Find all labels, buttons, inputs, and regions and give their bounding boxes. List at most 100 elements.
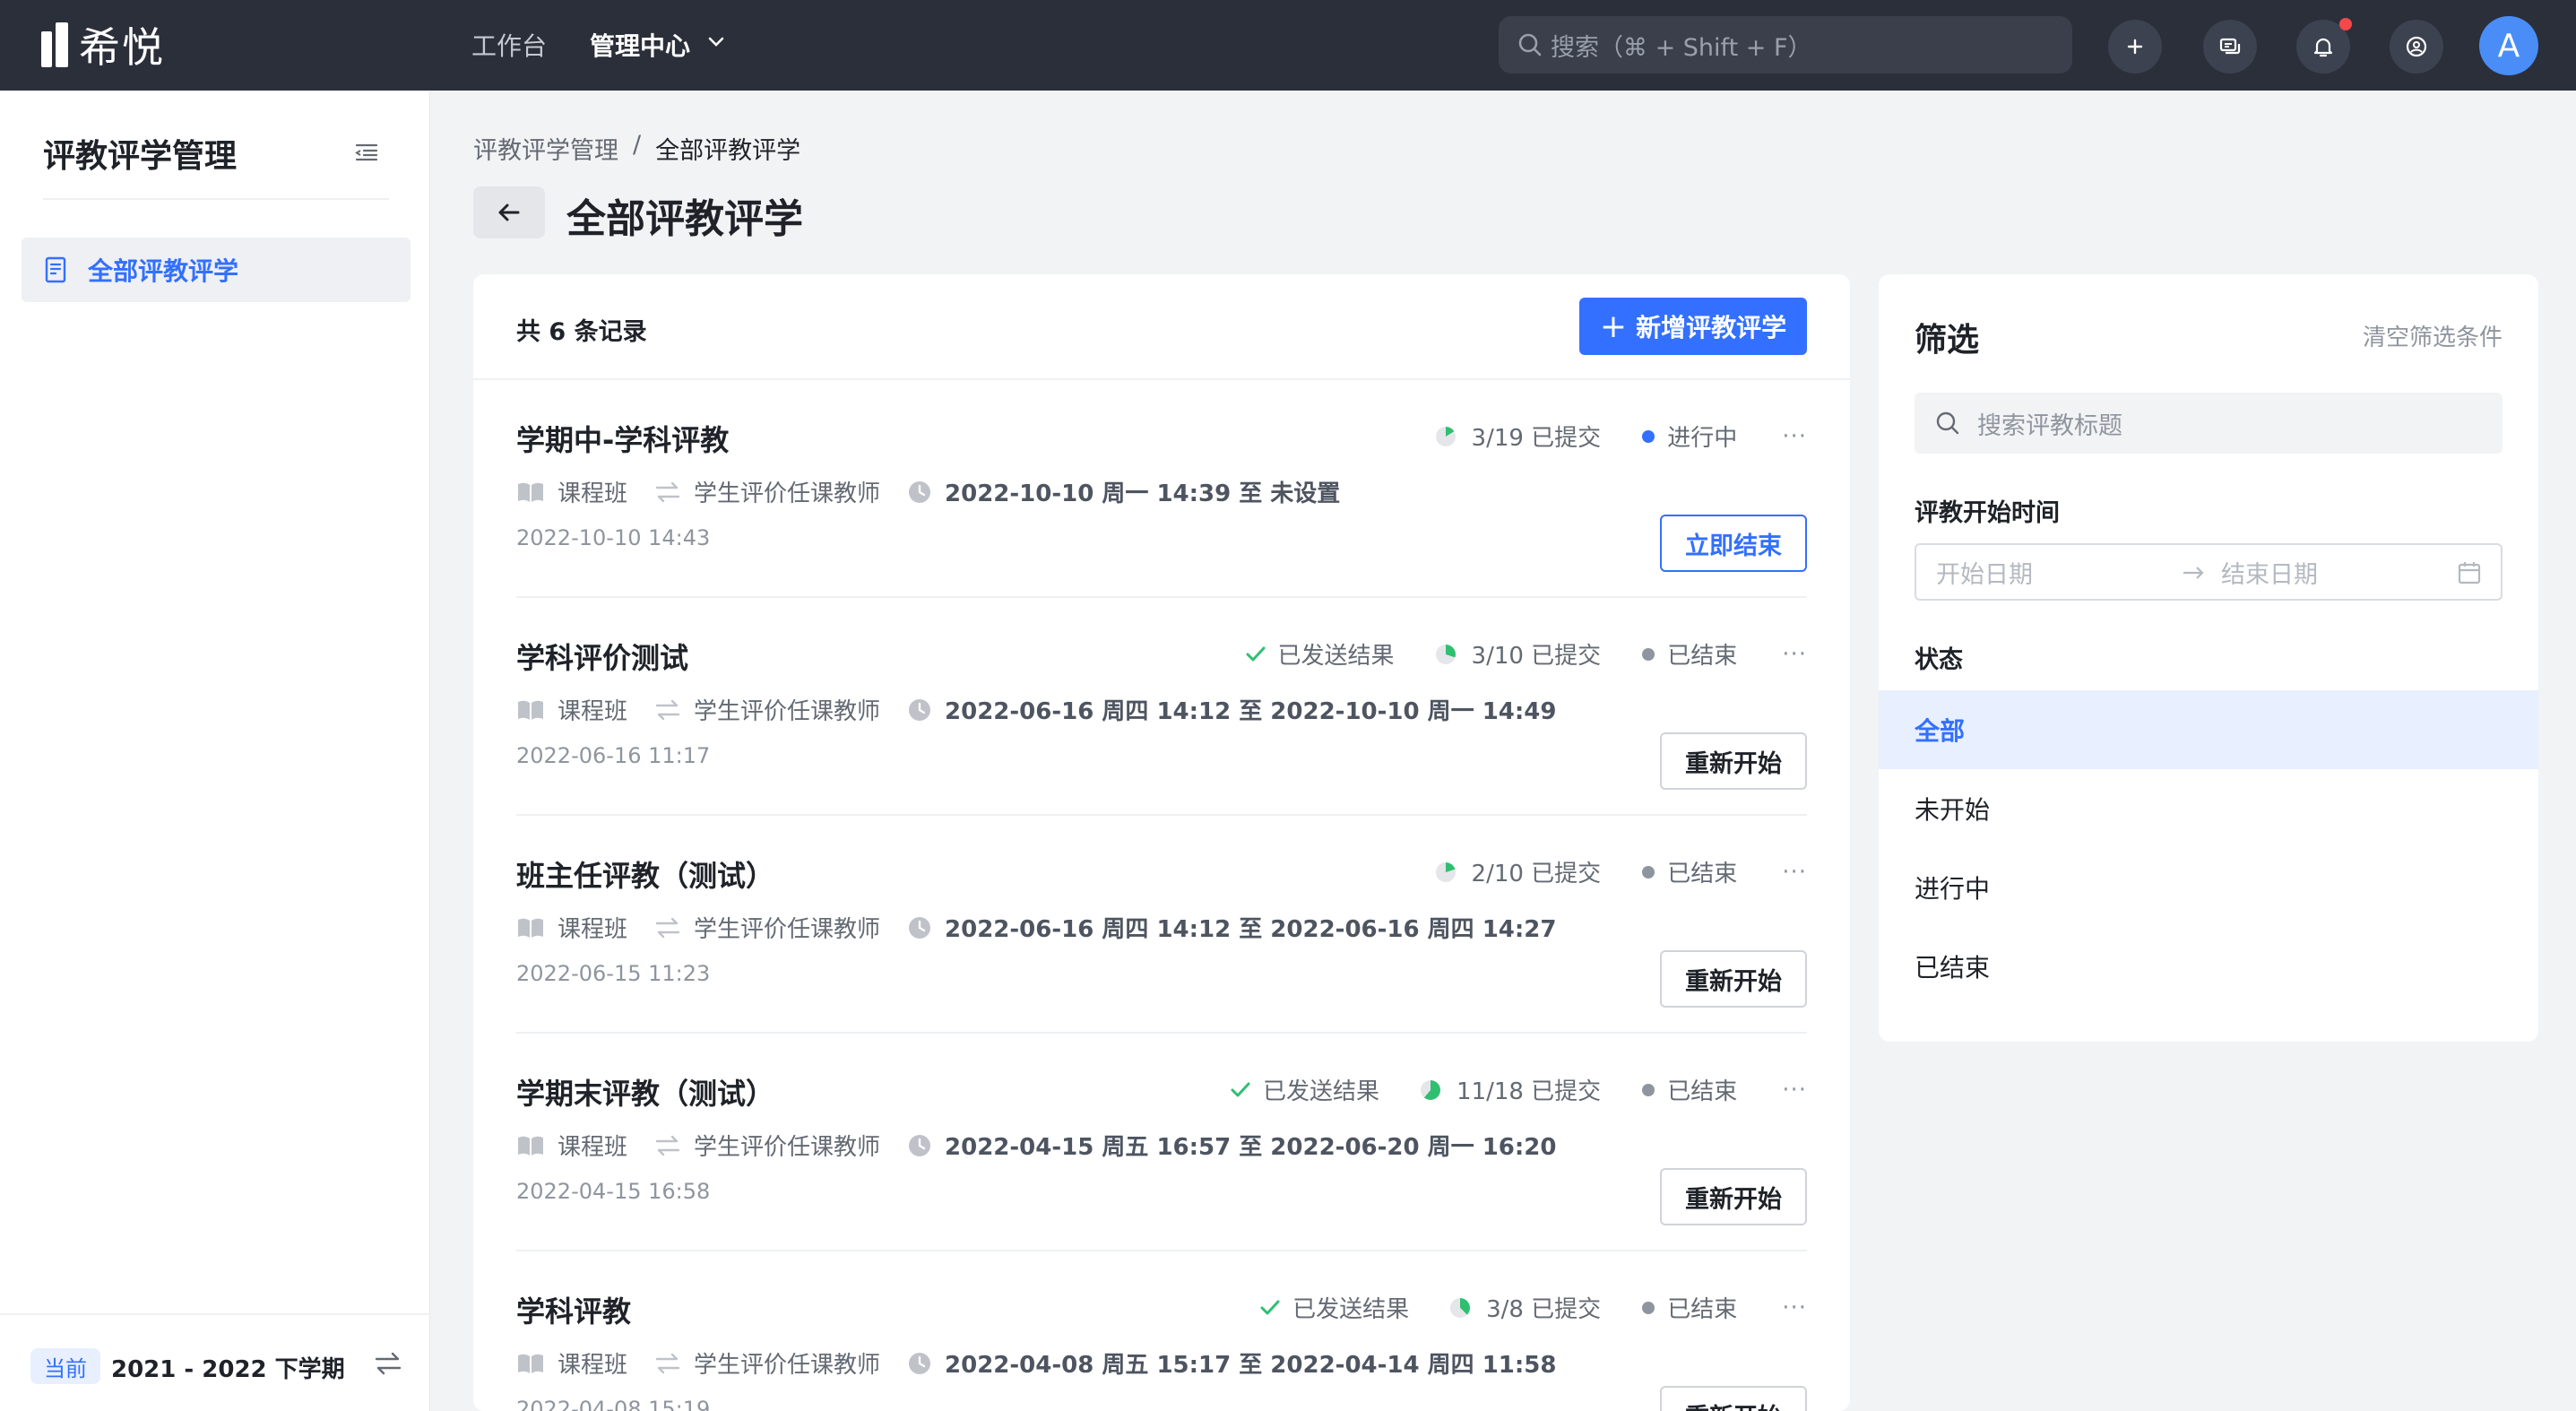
list-item[interactable]: 学科评价测试 已发送结果 3/10 已提交 已结束 ··· 课程班 学生评价任课…	[516, 598, 1807, 816]
sidebar-item-all-evaluations[interactable]: 全部评教评学	[22, 238, 411, 302]
logo-text: 希悦	[79, 23, 165, 72]
time-range-label: 2022-10-10 周一 14:39 至 未设置	[945, 480, 1341, 507]
row-meta: 课程班 学生评价任课教师 2022-06-16 周四 14:12 至 2022-…	[516, 911, 1583, 944]
end-date-field[interactable]: 结束日期	[2221, 555, 2318, 590]
clock-icon	[909, 916, 931, 939]
status-dot	[1642, 1301, 1655, 1314]
row-meta: 课程班 学生评价任课教师 2022-04-15 周五 16:57 至 2022-…	[516, 1129, 1583, 1162]
avatar[interactable]: A	[2479, 16, 2538, 75]
start-date-field[interactable]: 开始日期	[1936, 555, 2033, 590]
row-meta: 课程班 学生评价任课教师 2022-06-16 周四 14:12 至 2022-…	[516, 693, 1583, 726]
relation-label: 学生评价任课教师	[694, 1352, 881, 1379]
swap-icon	[655, 481, 680, 502]
status-option-all[interactable]: 全部	[1879, 690, 2538, 769]
chevron-down-icon[interactable]	[705, 30, 728, 54]
time-range: 2022-04-08 周五 15:17 至 2022-04-14 周四 11:5…	[907, 1346, 1556, 1380]
status-option-ended[interactable]: 已结束	[1879, 927, 2538, 1006]
swap-icon	[655, 1353, 680, 1373]
evaluation-title[interactable]: 班主任评教（测试）	[516, 853, 774, 895]
row-meta: 课程班 学生评价任课教师 2022-10-10 周一 14:39 至 未设置	[516, 475, 1367, 508]
collapse-sidebar-icon[interactable]	[353, 139, 380, 166]
book-icon	[518, 918, 543, 938]
list-item[interactable]: 学科评教 已发送结果 3/8 已提交 已结束 ··· 课程班 学生评价任课教师 …	[516, 1251, 1807, 1411]
back-button[interactable]	[473, 186, 545, 238]
filter-search-input[interactable]: 搜索评教标题	[1915, 393, 2503, 454]
class-type-label: 课程班	[558, 698, 628, 725]
breadcrumb-current: 全部评教评学	[655, 137, 801, 165]
more-options-icon[interactable]: ···	[1782, 1294, 1807, 1321]
submission-count: 3/10 已提交	[1471, 643, 1602, 670]
status-label: 已结束	[1667, 861, 1738, 887]
submission-pie-icon	[1420, 1079, 1440, 1100]
submission-progress: 3/8 已提交	[1450, 1291, 1601, 1324]
plus-icon	[2127, 39, 2143, 55]
switch-term-icon[interactable]	[373, 1350, 403, 1377]
class-type-label: 课程班	[558, 916, 628, 943]
list-item[interactable]: 班主任评教（测试） 2/10 已提交 已结束 ··· 课程班 学生评价任课教师 …	[516, 816, 1807, 1034]
class-type-label: 课程班	[558, 1134, 628, 1161]
evaluation-title[interactable]: 学科评价测试	[516, 636, 688, 677]
swap-icon	[655, 917, 680, 938]
more-options-icon[interactable]: ···	[1782, 641, 1807, 668]
restart-button[interactable]: 重新开始	[1660, 1168, 1807, 1225]
list-item[interactable]: 学期末评教（测试） 已发送结果 11/18 已提交 已结束 ··· 课程班 学生…	[516, 1034, 1807, 1251]
chat-icon	[2219, 38, 2241, 55]
relation-label: 学生评价任课教师	[694, 1134, 881, 1161]
class-type: 课程班	[516, 1346, 627, 1380]
sidebar: 评教评学管理 全部评教评学 当前 2021 - 2022 下学期	[0, 91, 430, 1411]
status-badge: 进行中	[1642, 420, 1737, 453]
sidebar-bottom-divider	[0, 1313, 430, 1315]
list-item[interactable]: 学期中-学科评教 3/19 已提交 进行中 ··· 课程班 学生评价任课教师 2…	[516, 380, 1807, 598]
more-options-icon[interactable]: ···	[1782, 423, 1807, 450]
clear-filters-link[interactable]: 清空筛选条件	[2363, 319, 2503, 352]
nav-admin-center[interactable]: 管理中心	[590, 27, 690, 63]
search-icon	[1518, 33, 1542, 56]
submission-pie-icon	[1450, 1297, 1471, 1318]
page-title: 全部评教评学	[566, 196, 803, 242]
relation-label: 学生评价任课教师	[694, 480, 881, 507]
status-option-not-started[interactable]: 未开始	[1879, 769, 2538, 848]
app-logo[interactable]: 希悦	[41, 20, 165, 72]
current-term-tag: 当前	[30, 1348, 100, 1384]
evaluation-title[interactable]: 学期末评教（测试）	[516, 1071, 774, 1112]
submission-pie-icon	[1435, 644, 1456, 664]
add-evaluation-button[interactable]: + 新增评教评学	[1579, 298, 1807, 355]
sidebar-divider	[43, 198, 389, 200]
notification-badge	[2339, 18, 2352, 30]
add-button[interactable]	[2108, 20, 2162, 74]
submission-count: 3/19 已提交	[1471, 425, 1602, 452]
evaluation-title[interactable]: 学期中-学科评教	[516, 418, 729, 459]
relation-label: 学生评价任课教师	[694, 698, 881, 725]
help-button[interactable]	[2390, 20, 2443, 74]
breadcrumb-separator: /	[633, 131, 642, 159]
submission-progress: 2/10 已提交	[1435, 855, 1601, 888]
time-range-label: 2022-06-16 周四 14:12 至 2022-10-10 周一 14:4…	[945, 698, 1557, 725]
breadcrumb-parent[interactable]: 评教评学管理	[473, 131, 618, 166]
status-dot	[1642, 429, 1655, 443]
clock-icon	[909, 1134, 931, 1156]
row-status-bar: 已发送结果 3/8 已提交 已结束 ···	[1258, 1291, 1807, 1324]
global-search-input[interactable]: 搜索（⌘ + Shift + F）	[1499, 16, 2072, 74]
sent-result-indicator: 已发送结果	[1258, 1291, 1409, 1324]
document-icon	[45, 256, 66, 283]
restart-button[interactable]: 重新开始	[1660, 732, 1807, 790]
more-options-icon[interactable]: ···	[1782, 859, 1807, 886]
restart-button[interactable]: 重新开始	[1660, 1386, 1807, 1411]
messages-button[interactable]	[2203, 20, 2257, 74]
search-icon	[1936, 411, 1959, 435]
relation: 学生评价任课教师	[654, 1129, 880, 1162]
nav-workbench[interactable]: 工作台	[471, 27, 547, 63]
class-type: 课程班	[516, 693, 627, 726]
restart-button[interactable]: 重新开始	[1660, 950, 1807, 1008]
row-status-bar: 2/10 已提交 已结束 ···	[1435, 855, 1807, 888]
date-range-picker[interactable]: 开始日期 结束日期	[1915, 543, 2503, 601]
more-options-icon[interactable]: ···	[1782, 1077, 1807, 1104]
support-icon	[2406, 36, 2427, 57]
created-date: 2022-06-15 11:23	[516, 961, 711, 986]
time-range-label: 2022-04-15 周五 16:57 至 2022-06-20 周一 16:2…	[945, 1134, 1557, 1161]
evaluation-title[interactable]: 学科评教	[516, 1289, 631, 1330]
end-now-button[interactable]: 立即结束	[1660, 515, 1807, 572]
check-icon	[1231, 1082, 1250, 1096]
status-option-in-progress[interactable]: 进行中	[1879, 848, 2538, 927]
submission-count: 3/8 已提交	[1486, 1296, 1602, 1323]
